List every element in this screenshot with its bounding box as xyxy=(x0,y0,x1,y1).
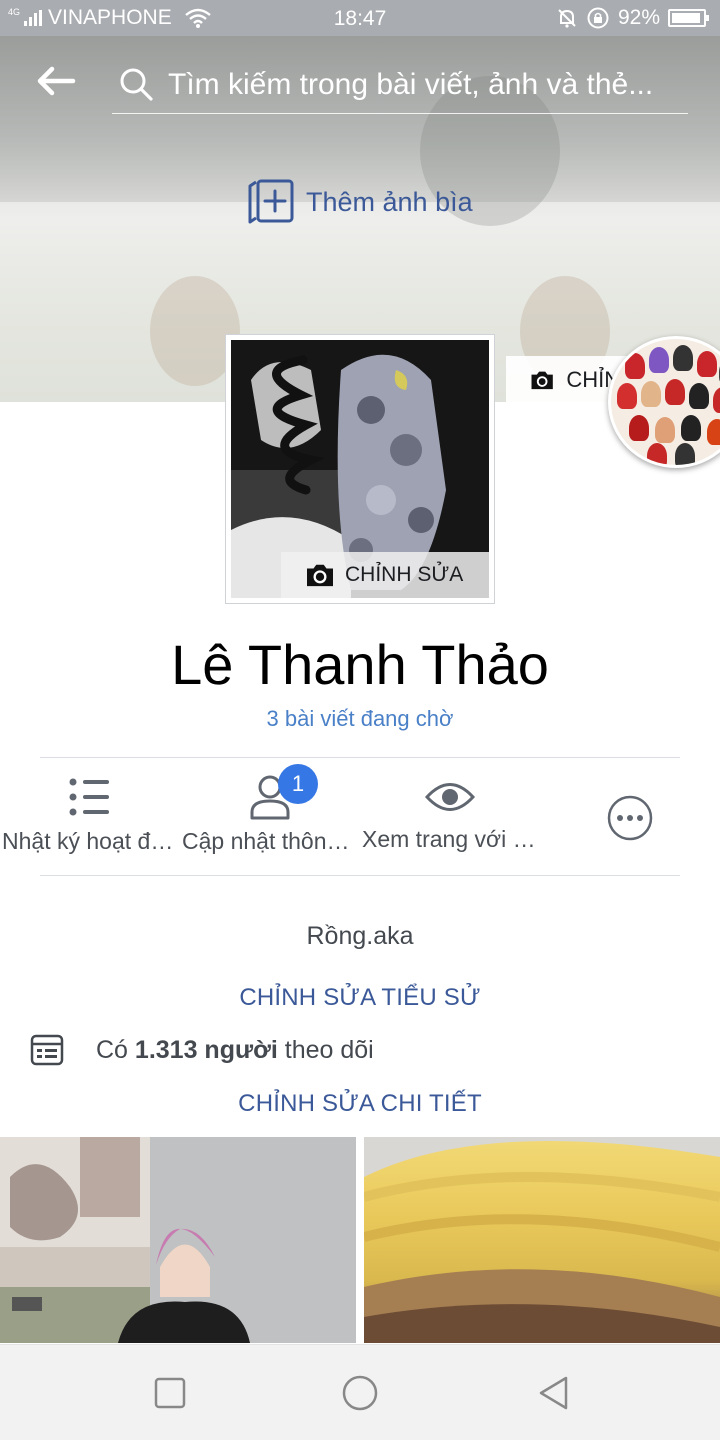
followers-suffix: theo dõi xyxy=(284,1035,374,1064)
battery-icon xyxy=(668,9,709,27)
featured-photo-illustration xyxy=(364,1137,720,1343)
search-placeholder: Tìm kiếm trong bài viết, ảnh và thẻ... xyxy=(168,68,654,101)
more-icon xyxy=(607,795,653,841)
add-photo-icon xyxy=(248,179,294,224)
update-info-label: Cập nhật thông tin xyxy=(182,828,358,854)
featured-photo[interactable] xyxy=(364,1137,720,1343)
divider xyxy=(40,875,680,876)
search-icon xyxy=(120,68,153,101)
eye-icon xyxy=(425,783,475,811)
profile-picture[interactable]: CHỈNH SỬA xyxy=(225,334,495,604)
followers-row: Có 1.313 người theo dõi xyxy=(30,1034,374,1066)
view-as-label: Xem trang với tư cách xyxy=(362,826,538,852)
view-as-button[interactable]: Xem trang với tư cách xyxy=(362,770,538,853)
edit-bio-button[interactable]: CHỈNH SỬA TIỂU SỬ xyxy=(0,984,720,1012)
back-icon[interactable] xyxy=(536,1375,572,1411)
update-info-button[interactable]: Cập nhật thông tin 1 xyxy=(182,764,358,855)
featured-photo-illustration xyxy=(0,1137,356,1343)
activity-log-label: Nhật ký hoạt động xyxy=(2,828,178,854)
camera-icon xyxy=(531,371,553,390)
featured-photo[interactable] xyxy=(0,1137,356,1343)
status-bar: 4G VINAPHONE 18:47 92% xyxy=(0,0,720,36)
notification-badge: 1 xyxy=(278,764,318,804)
profile-photo: CHỈNH SỬA xyxy=(231,340,489,598)
list-icon xyxy=(69,778,109,816)
followers-prefix: Có xyxy=(96,1035,128,1064)
add-cover-label: Thêm ảnh bìa xyxy=(306,186,473,217)
divider xyxy=(40,757,680,758)
add-cover-photo-button[interactable]: Thêm ảnh bìa xyxy=(246,178,473,226)
bio-text: Rồng.aka xyxy=(306,922,414,950)
edit-details-button[interactable]: CHỈNH SỬA CHI TIẾT xyxy=(0,1090,720,1118)
top-bar: Tìm kiếm trong bài viết, ảnh và thẻ... xyxy=(0,36,720,120)
rotation-lock-icon xyxy=(587,7,609,29)
profile-name: Lê Thanh Thảo xyxy=(171,633,549,696)
battery-percent: 92% xyxy=(617,6,660,29)
more-options-button[interactable] xyxy=(560,770,700,842)
mute-bell-icon xyxy=(558,9,576,28)
pending-posts-link[interactable]: 3 bài viết đang chờ xyxy=(0,706,720,732)
recent-apps-icon[interactable] xyxy=(152,1375,188,1411)
camera-icon xyxy=(307,564,333,587)
home-icon[interactable] xyxy=(342,1375,378,1411)
followers-count: 1.313 người xyxy=(134,1035,278,1064)
edit-profile-picture-label: CHỈNH SỬA xyxy=(345,563,464,586)
system-nav-bar xyxy=(0,1344,720,1440)
battery-level-fill xyxy=(672,13,700,23)
activity-log-button[interactable]: Nhật ký hoạt động xyxy=(2,770,178,855)
status-right: 92% xyxy=(556,6,709,30)
back-arrow-icon[interactable] xyxy=(36,66,76,96)
followers-icon xyxy=(30,1034,64,1066)
followers-text: Có 1.313 người theo dõi xyxy=(96,1036,374,1065)
edit-profile-picture-button[interactable]: CHỈNH SỬA xyxy=(281,552,489,598)
